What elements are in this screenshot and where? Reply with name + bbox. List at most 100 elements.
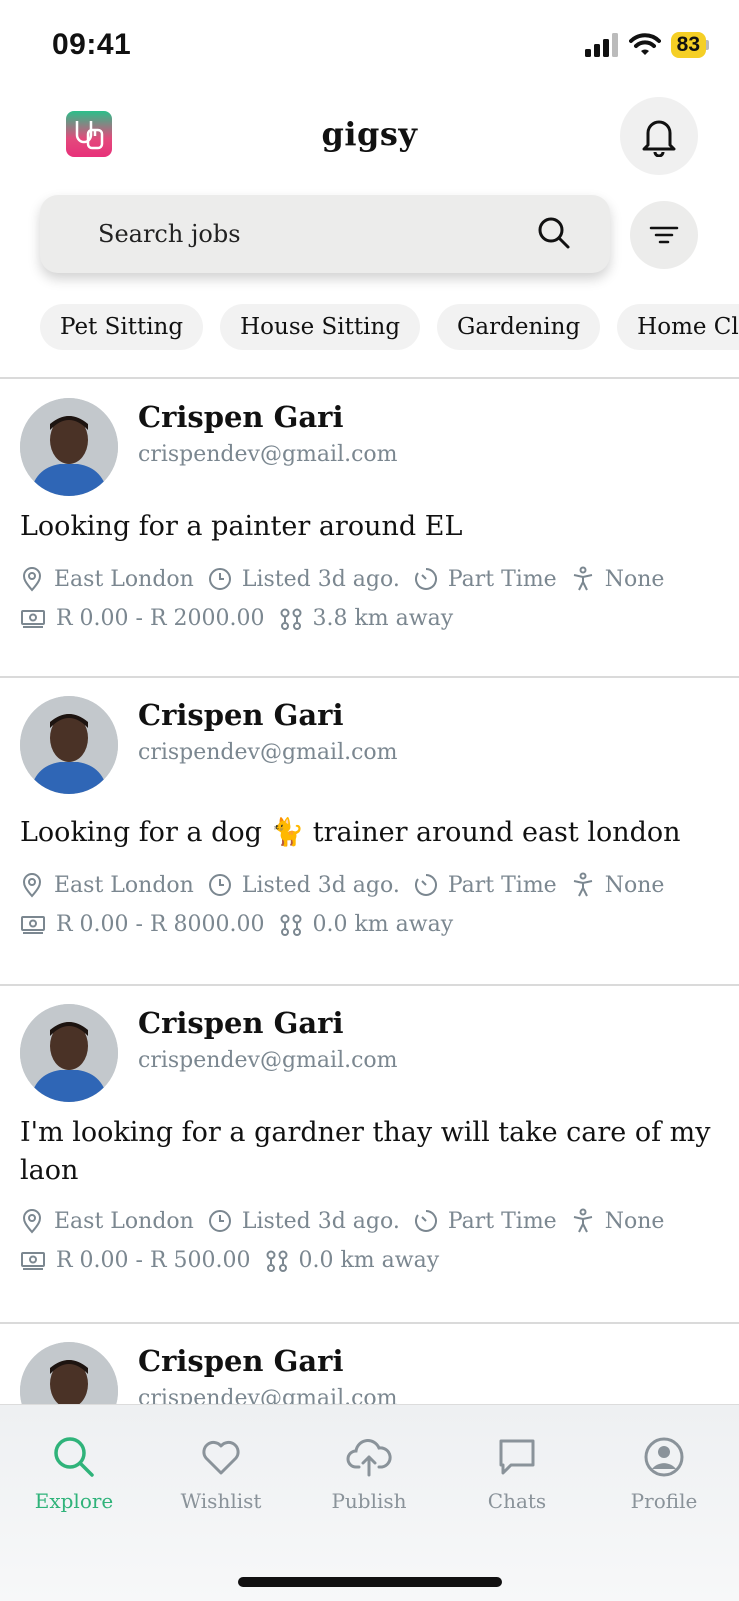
clock-icon bbox=[208, 568, 231, 590]
tab-label: Wishlist bbox=[180, 1489, 262, 1513]
avatar[interactable] bbox=[20, 696, 118, 794]
timer-icon bbox=[414, 1210, 437, 1232]
distance-text: 3.8 km away bbox=[312, 606, 454, 631]
location-pin-icon bbox=[22, 873, 42, 898]
avatar[interactable] bbox=[20, 1004, 118, 1102]
poster-name: Crispen Gari bbox=[138, 1344, 344, 1378]
accessibility-icon bbox=[573, 1208, 592, 1233]
wifi-icon bbox=[628, 33, 661, 55]
filter-button[interactable] bbox=[630, 201, 698, 269]
accessibility-icon bbox=[573, 872, 592, 897]
meta-row-primary: East London Listed 3d ago. Part Time Non… bbox=[20, 872, 678, 898]
poster-name: Crispen Gari bbox=[138, 698, 344, 732]
price-text: R 0.00 - R 500.00 bbox=[56, 1248, 251, 1273]
accessibility-text: None bbox=[604, 872, 665, 898]
job-post[interactable]: Crispen Gari crispendev@gmail.com Lookin… bbox=[0, 678, 739, 984]
battery-level: 83 bbox=[670, 32, 706, 58]
search-bar[interactable]: Search jobs bbox=[40, 195, 610, 273]
job-feed[interactable]: Crispen Gari crispendev@gmail.com Lookin… bbox=[0, 380, 739, 1404]
distance-meta: 0.0 km away bbox=[265, 1248, 440, 1273]
accessibility-text: None bbox=[604, 566, 665, 592]
distance-icon bbox=[280, 608, 301, 630]
location-text: East London bbox=[54, 872, 194, 898]
search-icon bbox=[538, 217, 570, 249]
tab-label: Profile bbox=[630, 1489, 698, 1513]
tab-chats[interactable]: Chats bbox=[457, 1435, 577, 1513]
distance-text: 0.0 km away bbox=[298, 1248, 440, 1273]
tab-profile[interactable]: Profile bbox=[604, 1435, 724, 1513]
job-title: I'm looking for a gardner thay will take… bbox=[20, 1117, 711, 1186]
filter-icon bbox=[649, 226, 679, 244]
clock-icon bbox=[208, 1210, 231, 1232]
chip-pet-sitting[interactable]: Pet Sitting bbox=[40, 304, 204, 350]
category-chips: Pet Sitting House Sitting Gardening Home Cl… bbox=[40, 304, 739, 350]
listed-text: Listed 3d ago. bbox=[241, 872, 400, 898]
job-type-meta: Part Time bbox=[414, 567, 557, 592]
location-text: East London bbox=[54, 566, 194, 592]
accessibility-text: None bbox=[604, 1208, 665, 1234]
job-post[interactable]: Crispen Gari crispendev@gmail.com Lookin… bbox=[0, 380, 739, 676]
meta-row-secondary: R 0.00 - R 2000.00 3.8 km away bbox=[20, 606, 467, 631]
search-submit-button[interactable] bbox=[536, 215, 572, 255]
price-meta: R 0.00 - R 2000.00 bbox=[20, 606, 265, 631]
chip-home-cleaning[interactable]: Home Cleani bbox=[617, 304, 739, 350]
poster-email: crispendev@gmail.com bbox=[138, 1048, 398, 1073]
tab-explore[interactable]: Explore bbox=[14, 1435, 134, 1513]
distance-meta: 0.0 km away bbox=[279, 912, 454, 937]
timer-icon bbox=[414, 568, 437, 590]
avatar[interactable] bbox=[20, 1342, 118, 1404]
job-post[interactable]: Crispen Gari crispendev@gmail.com bbox=[0, 1324, 739, 1404]
search-icon bbox=[54, 1437, 94, 1477]
listed-text: Listed 3d ago. bbox=[241, 566, 400, 592]
meta-row-secondary: R 0.00 - R 500.00 0.0 km away bbox=[20, 1248, 453, 1273]
price-meta: R 0.00 - R 8000.00 bbox=[20, 912, 265, 937]
divider bbox=[0, 377, 739, 379]
tab-wishlist[interactable]: Wishlist bbox=[161, 1435, 281, 1513]
poster-email: crispendev@gmail.com bbox=[138, 1386, 398, 1404]
chip-house-sitting[interactable]: House Sitting bbox=[220, 304, 421, 350]
notifications-button[interactable] bbox=[620, 97, 698, 175]
listed-meta: Listed 3d ago. bbox=[208, 873, 400, 898]
location-meta: East London bbox=[20, 566, 194, 592]
price-text: R 0.00 - R 8000.00 bbox=[56, 912, 265, 937]
status-time: 09:41 bbox=[52, 28, 132, 61]
battery-tip bbox=[706, 40, 709, 50]
distance-icon bbox=[280, 914, 301, 936]
timer-icon bbox=[414, 874, 437, 896]
listed-meta: Listed 3d ago. bbox=[208, 1209, 400, 1234]
poster-name: Crispen Gari bbox=[138, 400, 344, 434]
tab-label: Chats bbox=[487, 1489, 547, 1513]
clock-icon bbox=[208, 874, 231, 896]
job-type-meta: Part Time bbox=[414, 1209, 557, 1234]
avatar-image bbox=[20, 1004, 118, 1102]
search-input[interactable]: Search jobs bbox=[98, 220, 241, 248]
tab-publish[interactable]: Publish bbox=[309, 1435, 429, 1513]
poster-email: crispendev@gmail.com bbox=[138, 740, 398, 765]
tab-label: Publish bbox=[331, 1489, 407, 1513]
avatar-image bbox=[20, 1342, 118, 1404]
app-header: gigsy bbox=[0, 95, 739, 175]
price-text: R 0.00 - R 2000.00 bbox=[56, 606, 265, 631]
job-title: Looking for a painter around EL bbox=[20, 511, 463, 542]
listed-text: Listed 3d ago. bbox=[241, 1208, 400, 1234]
listed-meta: Listed 3d ago. bbox=[208, 567, 400, 592]
meta-row-secondary: R 0.00 - R 8000.00 0.0 km away bbox=[20, 912, 467, 937]
money-icon bbox=[21, 915, 45, 934]
accessibility-icon bbox=[573, 566, 592, 591]
avatar[interactable] bbox=[20, 398, 118, 496]
distance-text: 0.0 km away bbox=[312, 912, 454, 937]
heart-icon bbox=[202, 1440, 240, 1475]
chip-gardening[interactable]: Gardening bbox=[437, 304, 601, 350]
avatar-image bbox=[20, 696, 118, 794]
accessibility-meta: None bbox=[571, 1208, 665, 1234]
home-indicator bbox=[238, 1577, 502, 1587]
money-icon bbox=[21, 609, 45, 628]
avatar-image bbox=[20, 398, 118, 496]
chat-bubble-icon bbox=[499, 1439, 535, 1475]
job-post[interactable]: Crispen Gari crispendev@gmail.com I'm lo… bbox=[0, 986, 739, 1322]
accessibility-meta: None bbox=[571, 872, 665, 898]
accessibility-meta: None bbox=[571, 566, 665, 592]
distance-meta: 3.8 km away bbox=[279, 606, 454, 631]
location-meta: East London bbox=[20, 1208, 194, 1234]
money-icon bbox=[21, 1251, 45, 1270]
